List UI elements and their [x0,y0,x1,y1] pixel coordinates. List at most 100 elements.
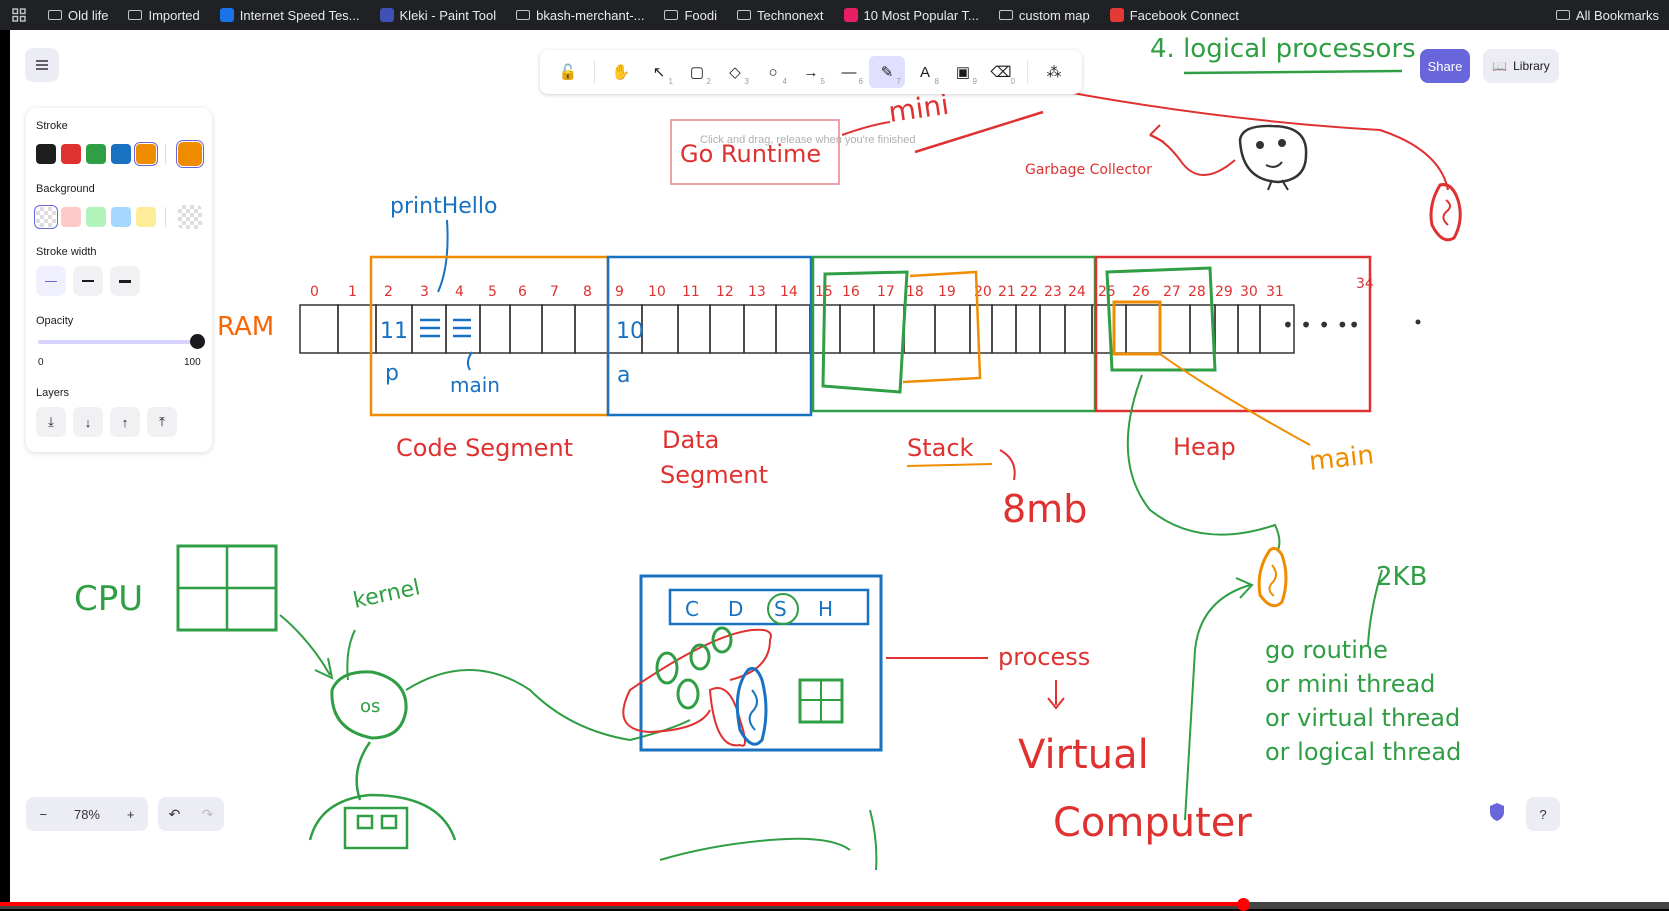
ram-cell [775,304,811,354]
stroke-color-swatch[interactable] [61,144,81,164]
more-tools[interactable]: ⁂ [1036,56,1072,88]
shape-toolbar: 🔓 ✋ ↖ 1 ▢ 2 ◇ 3 ○ 4 → 5—6 ✎ 7 A 8 ▣ 9 ⌫ 0 ⁂ [540,50,1082,94]
bring-to-front-icon[interactable]: ⤒ [147,407,177,437]
ram-index: 1 [348,284,357,300]
ram-index: 16 [842,284,860,300]
stroke-color-swatch[interactable] [36,144,56,164]
library-button[interactable]: 📖 Library [1483,49,1559,83]
folder-icon [737,10,752,20]
bookmark-label: 10 Most Popular T... [863,7,979,23]
background-color-swatch[interactable] [34,205,58,229]
bring-forward-icon[interactable]: ↑ [110,407,140,437]
bookmark-item[interactable]: bkash-merchant-... [506,0,654,30]
ram-cell [1039,304,1066,354]
background-color-swatch[interactable] [86,207,106,227]
process-d: D [728,597,743,621]
ram-index: 8 [583,284,592,300]
image-tool[interactable]: ▣ 9 [945,56,981,88]
line-tool[interactable]: —6 [831,56,867,88]
tool-shortcut: 0 [1010,77,1015,86]
hand-tool[interactable]: ✋ [603,56,639,88]
send-backward-icon[interactable]: ↓ [73,407,103,437]
main-menu-button[interactable] [25,48,59,82]
background-color-swatch[interactable] [61,207,81,227]
size-2kb: 2KB [1376,562,1427,592]
video-progress-bar[interactable] [0,898,1669,911]
all-bookmarks[interactable]: All Bookmarks [1546,0,1669,30]
folder-icon [516,10,531,20]
opacity-slider-thumb[interactable] [190,334,205,349]
ram-index: 6 [518,284,527,300]
bookmark-item[interactable]: Internet Speed Tes... [210,0,370,30]
diamond-tool[interactable]: ◇ 3 [717,56,753,88]
draw-hint: Click and drag, release when you're fini… [700,134,916,146]
arrow-tool[interactable]: → 5 [793,56,829,88]
label-a: a [617,363,630,388]
heap-goroutine-connector [1126,374,1281,551]
stroke-color-swatch[interactable] [111,144,131,164]
zoom-in-button[interactable]: + [127,807,135,822]
bookmark-item[interactable]: Technonext [727,0,834,30]
text-tool[interactable]: A8 [907,56,943,88]
stroke-color-swatch[interactable] [86,144,106,164]
heap-main-pointer [1159,353,1311,446]
bookmark-label: Old life [68,7,109,23]
lock-tool[interactable]: 🔓 [550,56,586,88]
bookmark-item[interactable]: Foodi [654,0,727,30]
ram-index: 3 [420,284,429,300]
bookmark-label: Imported [148,7,200,23]
ram-index: 28 [1188,284,1206,300]
tool-shortcut: 7 [896,77,901,86]
zoom-level[interactable]: 78% [74,807,100,822]
bookmark-item[interactable]: Old life [38,0,118,30]
bookmark-item[interactable]: Kleki - Paint Tool [370,0,507,30]
ram-index: 23 [1044,284,1062,300]
undo-icon[interactable]: ↶ [169,806,181,823]
eraser-tool[interactable]: ⌫ 0 [983,56,1019,88]
bookmark-item[interactable]: 10 Most Popular T... [834,0,989,30]
send-to-back-icon[interactable]: ⤓ [36,407,66,437]
shield-icon[interactable] [1488,802,1506,822]
stroke-width-bold[interactable] [73,266,103,296]
bookmark-item[interactable]: custom map [989,0,1100,30]
heap-label: Heap [1173,433,1236,461]
hamburger-icon [36,60,48,70]
rectangle-tool[interactable]: ▢ 2 [679,56,715,88]
selection-tool[interactable]: ↖ 1 [641,56,677,88]
background-current-color[interactable] [178,205,202,229]
ram-cell [1064,304,1093,354]
ellipse-tool[interactable]: ○ 4 [755,56,791,88]
help-button[interactable]: ? [1526,797,1560,831]
goroutine-arrow [1184,577,1254,821]
stroke-width-thin[interactable] [36,266,66,296]
zoom-out-button[interactable]: − [39,807,47,822]
text-tool-icon: A [919,63,930,81]
apps-icon[interactable] [0,0,38,30]
process-c: C [685,597,699,621]
partial-doodle [659,809,878,871]
bookmark-item[interactable]: Imported [118,0,209,30]
stroke-color-swatch[interactable] [134,142,158,166]
stack-size-text: 8mb [1002,487,1087,531]
image-tool-icon: ▣ [955,64,971,81]
whiteboard-drawing[interactable]: 4. logical processors Go Runtime mini Ga… [10,30,1669,902]
background-color-swatch[interactable] [111,207,131,227]
redo-icon[interactable]: ↷ [202,806,214,823]
excalidraw-canvas[interactable]: 4. logical processors Go Runtime mini Ga… [10,30,1669,902]
ram-cells [299,304,1295,354]
computer-label: Computer [1053,800,1252,846]
bookmark-label: bkash-merchant-... [536,7,645,23]
stroke-width-extra-bold[interactable] [110,266,140,296]
hand-tool-icon: ✋ [611,64,631,81]
background-color-swatch[interactable] [136,207,156,227]
ram-ellipsis-2 [1415,319,1421,325]
share-button[interactable]: Share [1420,49,1470,83]
stroke-current-color[interactable] [176,140,204,168]
ram-cell [934,304,971,354]
video-scrubber[interactable] [1237,898,1251,911]
draw-tool[interactable]: ✎ 7 [869,56,905,88]
more-tools-icon: ⁂ [1046,64,1062,81]
bookmark-item[interactable]: Facebook Connect [1100,0,1249,30]
ram-index: 26 [1132,284,1150,300]
opacity-slider[interactable] [38,340,198,344]
